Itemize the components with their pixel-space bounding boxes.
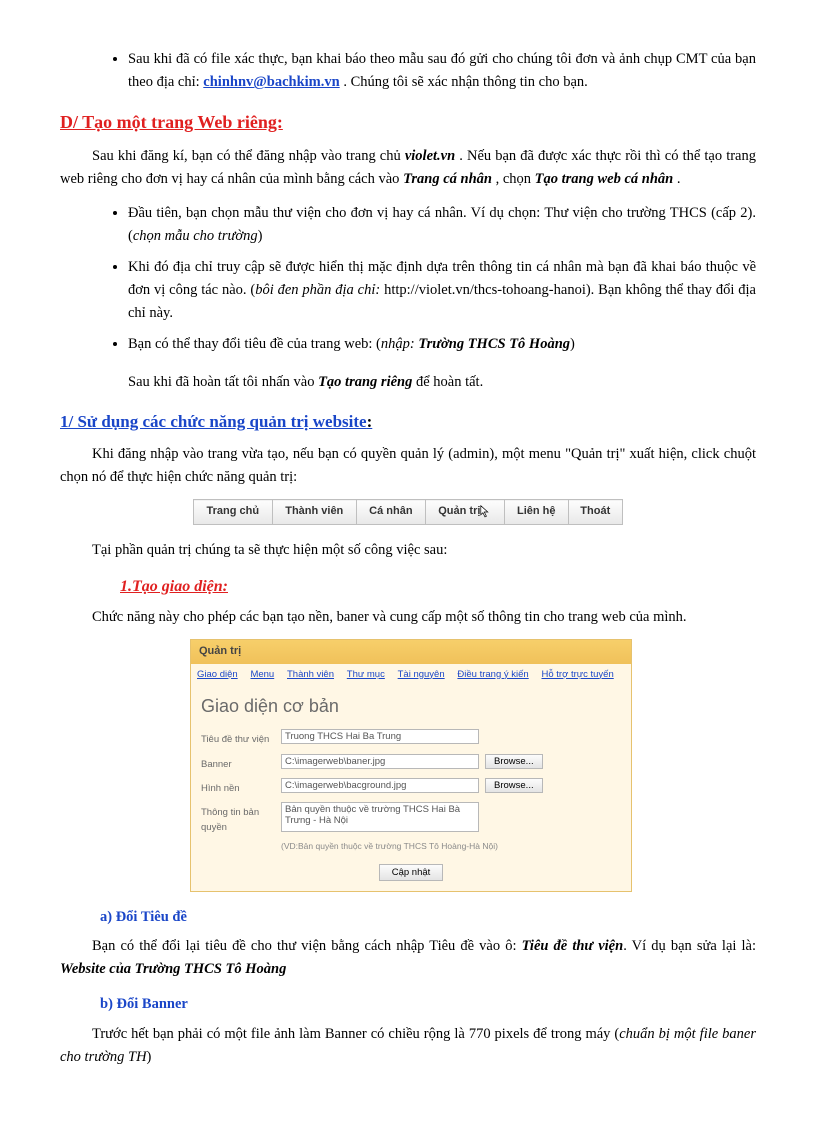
- colon: :: [367, 412, 373, 431]
- text: Quản trị: [438, 505, 480, 517]
- tao-trang-rieng: Tạo trang riêng: [318, 374, 412, 390]
- text: . Chúng tôi sẽ xác nhận thông tin cho bạ…: [343, 74, 587, 90]
- text: để hoàn tất.: [412, 374, 483, 390]
- paragraph-2: Tại phần quản trị chúng ta sẽ thực hiện …: [60, 539, 756, 562]
- text: , chọn: [496, 171, 535, 187]
- paragraph-b: Trước hết bạn phải có một file ảnh làm B…: [60, 1023, 756, 1069]
- tab-thanh-vien[interactable]: Thành viên: [287, 669, 334, 680]
- paragraph-d-intro: Sau khi đăng kí, bạn có thể đăng nhập và…: [60, 145, 756, 191]
- tao-trang-web: Tạo trang web cá nhân: [535, 171, 674, 187]
- menu-item-contact[interactable]: Liên hệ: [505, 500, 569, 525]
- italic-text: chọn mẫu cho trường: [133, 228, 258, 244]
- list-item: Khi đó địa chỉ truy cập sẽ được hiển thị…: [128, 256, 756, 326]
- trang-ca-nhan: Trang cá nhân: [403, 171, 492, 187]
- tab-menu[interactable]: Menu: [250, 669, 274, 680]
- label-background: Hình nền: [201, 778, 281, 796]
- list-item: Bạn có thể thay đổi tiêu đề của trang we…: [128, 333, 756, 356]
- email-link[interactable]: chinhnv@bachkim.vn: [203, 74, 339, 90]
- panel-section-title: Giao diện cơ bản: [191, 686, 631, 727]
- text: . Ví dụ bạn sửa lại là:: [623, 938, 756, 954]
- heading-b: b) Đổi Banner: [100, 993, 756, 1016]
- school-name: Trường THCS Tô Hoàng: [418, 336, 570, 352]
- text: Bạn có thể đổi lại tiêu đề cho thư viện …: [92, 938, 522, 954]
- label-banner: Banner: [201, 754, 281, 772]
- menu-item-admin[interactable]: Quản trị: [425, 500, 504, 525]
- text: .: [677, 171, 681, 187]
- heading-1-1: 1.Tạo giao diện:: [120, 574, 756, 600]
- browse-background-button[interactable]: Browse...: [485, 778, 543, 793]
- label-title: Tiêu đề thư viện: [201, 729, 281, 747]
- top-bullet: Sau khi đã có file xác thực, bạn khai bá…: [128, 48, 756, 94]
- browse-banner-button[interactable]: Browse...: [485, 754, 543, 769]
- tab-ho-tro[interactable]: Hỗ trợ trực tuyến: [542, 669, 614, 680]
- textarea-copyright[interactable]: Bản quyền thuộc về trường THCS Hai Bà Tr…: [281, 802, 479, 832]
- sub-paragraph: Sau khi đã hoàn tất tôi nhấn vào Tạo tra…: [60, 371, 756, 394]
- paragraph-a: Bạn có thể đổi lại tiêu đề cho thư viện …: [60, 935, 756, 981]
- menu-item-personal[interactable]: Cá nhân: [356, 500, 425, 525]
- update-button[interactable]: Cập nhật: [379, 864, 444, 881]
- paragraph-1: Khi đăng nhập vào trang vừa tạo, nếu bạn…: [60, 443, 756, 489]
- violet-vn: violet.vn: [405, 148, 455, 164]
- text: ): [147, 1049, 152, 1065]
- tab-dieu-tra[interactable]: Điều trang ý kiến: [457, 669, 528, 680]
- heading-1: 1/ Sử dụng các chức năng quản trị websit…: [60, 408, 756, 435]
- admin-panel: Quản trị Giao diện Menu Thành viên Thư m…: [190, 639, 632, 892]
- text: Sau khi đăng kí, bạn có thể đăng nhập và…: [92, 148, 405, 164]
- italic-text: nhập:: [381, 336, 415, 352]
- input-background[interactable]: [281, 778, 479, 793]
- text: 1/ Sử dụng các chức năng quản trị websit…: [60, 412, 367, 431]
- italic-text: bôi đen phần địa chỉ:: [255, 282, 380, 298]
- tab-giao-dien[interactable]: Giao diện: [197, 669, 238, 680]
- menu-item-home[interactable]: Trang chủ: [194, 500, 273, 525]
- input-banner[interactable]: [281, 754, 479, 769]
- text: ): [570, 336, 575, 352]
- text: ): [258, 228, 263, 244]
- tab-tai-nguyen[interactable]: Tài nguyên: [398, 669, 445, 680]
- label-copyright: Thông tin bản quyền: [201, 802, 281, 835]
- admin-menu-strip: Trang chủ Thành viên Cá nhân Quản trị Li…: [193, 499, 623, 525]
- tab-thu-muc[interactable]: Thư mục: [347, 669, 385, 680]
- copyright-hint: (VD:Bản quyền thuộc về trường THCS Tô Ho…: [191, 838, 631, 858]
- text: Sau khi đã hoàn tất tôi nhấn vào: [128, 374, 318, 390]
- text: Trước hết bạn phải có một file ảnh làm B…: [92, 1026, 619, 1042]
- text: Bạn có thể thay đổi tiêu đề của trang we…: [128, 336, 381, 352]
- panel-tabs: Giao diện Menu Thành viên Thư mục Tài ng…: [191, 664, 631, 686]
- cursor-icon: [479, 505, 491, 519]
- heading-a: a) Đổi Tiêu đề: [100, 906, 756, 929]
- list-item: Đầu tiên, bạn chọn mẫu thư viện cho đơn …: [128, 202, 756, 248]
- example-title: Website của Trường THCS Tô Hoàng: [60, 961, 286, 977]
- panel-titlebar: Quản trị: [191, 640, 631, 664]
- paragraph-3: Chức năng này cho phép các bạn tạo nền, …: [60, 606, 756, 629]
- menu-item-members[interactable]: Thành viên: [272, 500, 356, 525]
- menu-item-logout[interactable]: Thoát: [568, 500, 622, 525]
- heading-d: D/ Tạo một trang Web riêng:: [60, 108, 756, 137]
- input-title[interactable]: [281, 729, 479, 744]
- field-name: Tiêu đề thư viện: [522, 938, 624, 954]
